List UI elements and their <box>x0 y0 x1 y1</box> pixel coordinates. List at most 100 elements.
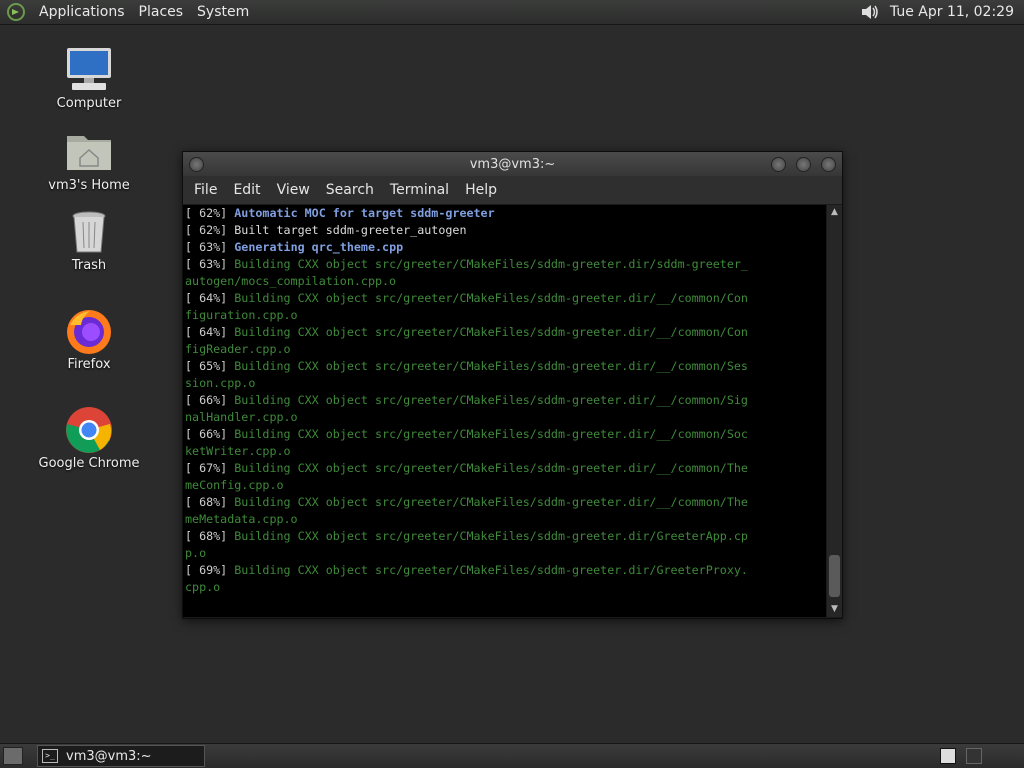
desktop-icon-label: vm3's Home <box>48 178 130 193</box>
menu-search[interactable]: Search <box>318 182 382 198</box>
line-text: ketWriter.cpp.o <box>185 444 291 458</box>
desktop-icon-firefox[interactable]: Firefox <box>34 307 144 372</box>
terminal-line: figReader.cpp.o <box>183 341 826 358</box>
progress-percent: [ 69%] <box>185 563 228 577</box>
applications-menu[interactable]: Applications <box>32 4 132 20</box>
window-titlebar[interactable]: vm3@vm3:~ <box>183 152 842 176</box>
scrollbar-thumb[interactable] <box>829 555 840 597</box>
terminal-output[interactable]: [ 62%] Automatic MOC for target sddm-gre… <box>183 205 826 617</box>
progress-percent: [ 64%] <box>185 291 228 305</box>
terminal-line: p.o <box>183 545 826 562</box>
places-menu[interactable]: Places <box>132 4 191 20</box>
progress-percent: [ 64%] <box>185 325 228 339</box>
window-title: vm3@vm3:~ <box>469 156 556 172</box>
chrome-icon <box>64 406 114 454</box>
terminal-line: meConfig.cpp.o <box>183 477 826 494</box>
terminal-line: sion.cpp.o <box>183 375 826 392</box>
line-text: meMetadata.cpp.o <box>185 512 298 526</box>
progress-percent: [ 67%] <box>185 461 228 475</box>
progress-percent: [ 66%] <box>185 393 228 407</box>
gnome-foot-logo-icon[interactable] <box>6 2 26 22</box>
progress-percent: [ 62%] <box>185 206 228 220</box>
terminal-menubar: File Edit View Search Terminal Help <box>183 176 842 204</box>
menu-help[interactable]: Help <box>457 182 505 198</box>
computer-icon <box>64 46 114 94</box>
terminal-line: figuration.cpp.o <box>183 307 826 324</box>
volume-icon[interactable] <box>860 3 880 21</box>
line-text: figuration.cpp.o <box>185 308 298 322</box>
line-text: Automatic MOC for target sddm-greeter <box>227 206 495 220</box>
terminal-line: [ 64%] Building CXX object src/greeter/C… <box>183 324 826 341</box>
taskbar-item-terminal[interactable]: >_ vm3@vm3:~ <box>37 745 205 767</box>
line-text: Building CXX object src/greeter/CMakeFil… <box>227 495 748 509</box>
show-desktop-icon[interactable] <box>3 747 23 765</box>
menu-view[interactable]: View <box>269 182 318 198</box>
line-text: meConfig.cpp.o <box>185 478 284 492</box>
terminal-line: [ 62%] Built target sddm-greeter_autogen <box>183 222 826 239</box>
line-text: nalHandler.cpp.o <box>185 410 298 424</box>
minimize-button[interactable] <box>771 157 786 172</box>
terminal-line: cpp.o <box>183 579 826 596</box>
clock[interactable]: Tue Apr 11, 02:29 <box>890 4 1014 20</box>
desktop-icon-chrome[interactable]: Google Chrome <box>34 406 144 471</box>
progress-percent: [ 68%] <box>185 495 228 509</box>
terminal-line: ketWriter.cpp.o <box>183 443 826 460</box>
terminal-line: [ 63%] Building CXX object src/greeter/C… <box>183 256 826 273</box>
progress-percent: [ 63%] <box>185 257 228 271</box>
terminal-line: [ 69%] Building CXX object src/greeter/C… <box>183 562 826 579</box>
task-label: vm3@vm3:~ <box>66 748 152 764</box>
line-text: Building CXX object src/greeter/CMakeFil… <box>227 359 748 373</box>
progress-percent: [ 63%] <box>185 240 228 254</box>
terminal-line: [ 64%] Building CXX object src/greeter/C… <box>183 290 826 307</box>
line-text: figReader.cpp.o <box>185 342 291 356</box>
progress-percent: [ 62%] <box>185 223 228 237</box>
desktop-icon-label: Trash <box>71 258 107 273</box>
line-text: cpp.o <box>185 580 221 594</box>
progress-percent: [ 68%] <box>185 529 228 543</box>
terminal-line: autogen/mocs_compilation.cpp.o <box>183 273 826 290</box>
line-text: Building CXX object src/greeter/CMakeFil… <box>227 325 748 339</box>
desktop-icon-label: Firefox <box>67 357 111 372</box>
top-panel: Applications Places System Tue Apr 11, 0… <box>0 0 1024 25</box>
line-text: Built target sddm-greeter_autogen <box>227 223 467 237</box>
terminal-scrollbar[interactable]: ▲ ▼ <box>827 205 842 617</box>
bottom-panel: >_ vm3@vm3:~ <box>0 743 1024 768</box>
workspace-1[interactable] <box>940 748 956 764</box>
menu-file[interactable]: File <box>186 182 225 198</box>
line-text: Building CXX object src/greeter/CMakeFil… <box>227 427 748 441</box>
terminal-line: [ 66%] Building CXX object src/greeter/C… <box>183 426 826 443</box>
terminal-line: meMetadata.cpp.o <box>183 511 826 528</box>
desktop-icon-label: Computer <box>56 96 122 111</box>
terminal-line: [ 66%] Building CXX object src/greeter/C… <box>183 392 826 409</box>
desktop-icon-computer[interactable]: Computer <box>34 46 144 111</box>
desktop-icon-home[interactable]: vm3's Home <box>34 128 144 193</box>
desktop-icon-trash[interactable]: Trash <box>34 208 144 273</box>
close-button[interactable] <box>821 157 836 172</box>
workspace-2[interactable] <box>966 748 982 764</box>
system-menu[interactable]: System <box>190 4 256 20</box>
terminal-window[interactable]: vm3@vm3:~ File Edit View Search Terminal… <box>182 151 843 619</box>
terminal-line: [ 68%] Building CXX object src/greeter/C… <box>183 494 826 511</box>
line-text: p.o <box>185 546 207 560</box>
scroll-up-arrow-icon[interactable]: ▲ <box>827 205 842 220</box>
terminal-line: [ 63%] Generating qrc_theme.cpp <box>183 239 826 256</box>
line-text: Building CXX object src/greeter/CMakeFil… <box>227 393 748 407</box>
home-folder-icon <box>64 128 114 176</box>
menu-edit[interactable]: Edit <box>225 182 268 198</box>
terminal-line: nalHandler.cpp.o <box>183 409 826 426</box>
maximize-button[interactable] <box>796 157 811 172</box>
progress-percent: [ 66%] <box>185 427 228 441</box>
terminal-line: [ 68%] Building CXX object src/greeter/C… <box>183 528 826 545</box>
line-text: Building CXX object src/greeter/CMakeFil… <box>227 291 748 305</box>
line-text: Building CXX object src/greeter/CMakeFil… <box>227 257 748 271</box>
line-text: Building CXX object src/greeter/CMakeFil… <box>227 461 748 475</box>
line-text: Building CXX object src/greeter/CMakeFil… <box>227 563 748 577</box>
line-text: autogen/mocs_compilation.cpp.o <box>185 274 397 288</box>
panel-tray: Tue Apr 11, 02:29 <box>860 3 1024 21</box>
scroll-down-arrow-icon[interactable]: ▼ <box>827 602 842 617</box>
terminal-line: [ 62%] Automatic MOC for target sddm-gre… <box>183 205 826 222</box>
terminal-icon: >_ <box>42 749 58 763</box>
trash-icon <box>64 208 114 256</box>
menu-terminal[interactable]: Terminal <box>382 182 457 198</box>
line-text: Building CXX object src/greeter/CMakeFil… <box>227 529 748 543</box>
